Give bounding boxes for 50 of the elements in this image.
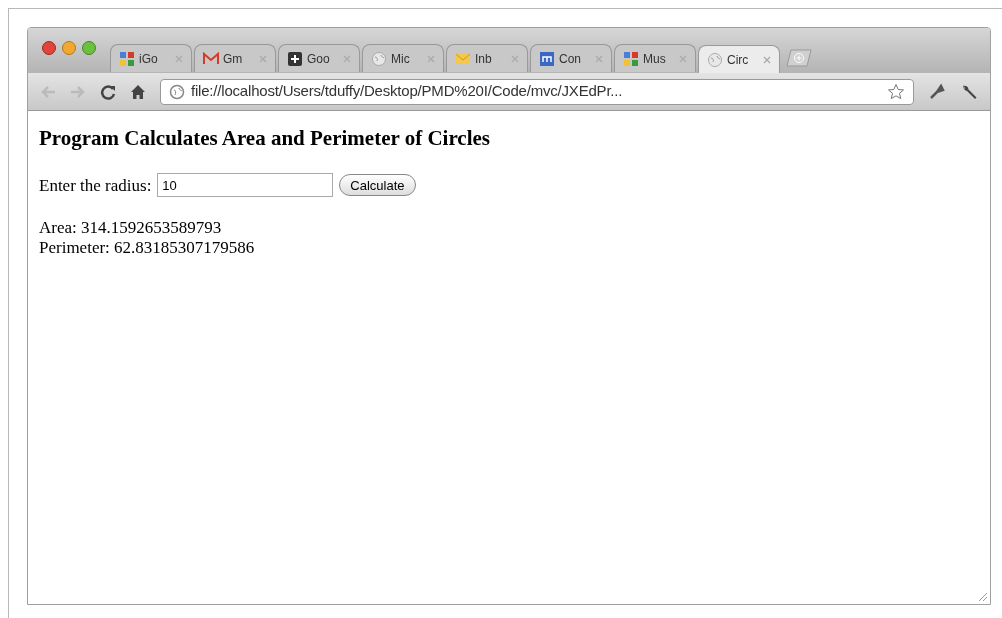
browser-tab[interactable]: Gm	[194, 44, 276, 72]
close-icon[interactable]	[259, 54, 267, 63]
minimize-window-button[interactable]	[62, 41, 76, 55]
browser-tab[interactable]: iGo	[110, 44, 192, 72]
close-icon[interactable]	[763, 55, 771, 64]
plus-square-icon	[287, 50, 303, 67]
browser-tab[interactable]: Circ	[698, 45, 780, 73]
tab-title: Mic	[391, 50, 410, 68]
globe-icon	[707, 51, 723, 68]
tab-title: iGo	[139, 50, 158, 68]
zoom-window-button[interactable]	[82, 41, 96, 55]
tab-title: Goo	[307, 50, 330, 68]
tab-title: Mus	[643, 50, 666, 68]
resize-grip-icon[interactable]	[976, 590, 988, 602]
globe-icon	[169, 83, 185, 100]
home-icon[interactable]	[130, 83, 146, 100]
star-icon[interactable]	[887, 82, 905, 101]
forward-arrow-icon[interactable]	[70, 84, 86, 99]
reload-icon[interactable]	[100, 83, 116, 100]
close-icon[interactable]	[511, 54, 519, 63]
close-icon[interactable]	[595, 54, 603, 63]
tab-title: Inb	[475, 50, 492, 68]
address-bar[interactable]: file://localhost/Users/tduffy/Desktop/PMD%20I/Code/mvc/JXEdPr...	[160, 78, 914, 105]
colored-blocks-icon	[119, 50, 135, 67]
tab-title: Circ	[727, 51, 749, 69]
close-icon[interactable]	[679, 54, 687, 63]
tab-title: Con	[559, 50, 581, 68]
url-text: file://localhost/Users/tduffy/Desktop/PMD%20I/Code/mvc/JXEdPr...	[191, 81, 623, 102]
globe-icon	[371, 50, 387, 67]
colored-blocks-icon	[623, 50, 639, 67]
radius-input[interactable]: 10	[157, 173, 334, 198]
tab-title: Gm	[223, 50, 243, 68]
result-text: Perimeter: 62.83185307179586	[39, 238, 256, 258]
tile-icon	[539, 50, 555, 67]
result-text: Area: 314.1592653589793	[39, 218, 223, 238]
calculate-button[interactable]: Calculate	[339, 174, 416, 197]
browser-tab[interactable]: Mus	[614, 44, 696, 72]
page-heading: Program Calculates Area and Perimeter of Circles	[39, 125, 491, 152]
close-icon[interactable]	[427, 54, 435, 63]
browser-tab[interactable]: Con	[530, 44, 612, 72]
new-tab-button[interactable]	[786, 49, 812, 67]
back-arrow-icon[interactable]	[40, 84, 56, 99]
m-letter-icon	[203, 50, 219, 67]
radius-label: Enter the radius:	[39, 174, 152, 197]
close-window-button[interactable]	[42, 41, 56, 55]
close-icon[interactable]	[175, 54, 183, 63]
browser-tab[interactable]: Inb	[446, 44, 528, 72]
browser-tab[interactable]: Goo	[278, 44, 360, 72]
close-icon[interactable]	[343, 54, 351, 63]
browser-tab[interactable]: Mic	[362, 44, 444, 72]
